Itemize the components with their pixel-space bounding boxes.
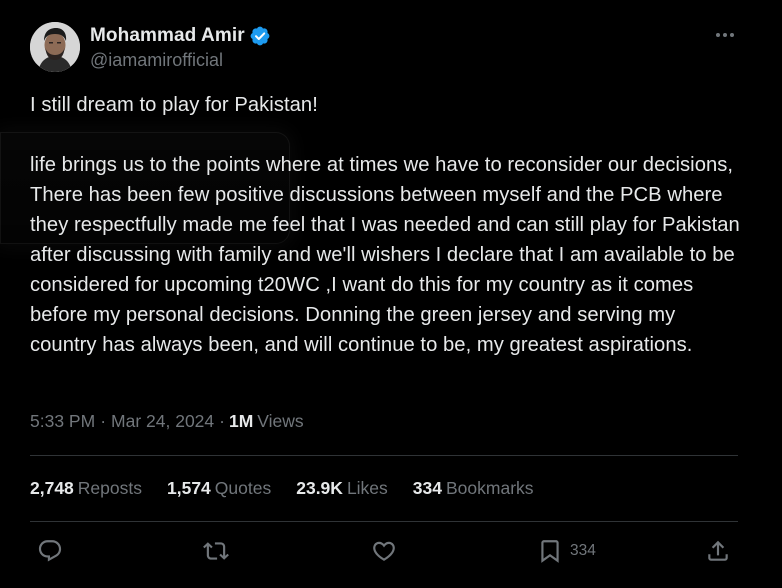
tweet-meta: 5:33 PM · Mar 24, 2024 · 1M Views: [30, 411, 304, 432]
reply-icon: [38, 540, 62, 562]
meta-separator-2: ·: [219, 411, 225, 431]
likes-count: 23.9K: [296, 478, 343, 498]
reposts-stat[interactable]: 2,748 Reposts: [30, 478, 142, 499]
views-label: Views: [257, 411, 304, 431]
quotes-count: 1,574: [167, 478, 211, 498]
reply-button[interactable]: [37, 538, 63, 564]
action-bar: 334: [30, 530, 738, 574]
bookmark-count: 334: [570, 542, 596, 559]
divider-bottom: [30, 521, 738, 522]
avatar-image: [30, 22, 80, 72]
quotes-label: Quotes: [214, 478, 272, 498]
quotes-stat[interactable]: 1,574 Quotes: [167, 478, 271, 499]
views-count: 1M: [228, 411, 254, 431]
bookmarks-stat[interactable]: 334 Bookmarks: [413, 478, 534, 499]
share-button[interactable]: [705, 538, 731, 564]
engagement-stats: 2,748 Reposts 1,574 Quotes 23.9K Likes 334 B…: [30, 478, 559, 499]
share-icon: [708, 540, 728, 561]
divider-top: [30, 455, 738, 456]
author-handle[interactable]: @iamamirofficial: [90, 50, 271, 71]
verified-badge-icon[interactable]: [249, 25, 271, 47]
more-options-icon[interactable]: [714, 24, 736, 46]
retweet-button[interactable]: [203, 538, 229, 564]
meta-separator-1: ·: [100, 411, 107, 431]
bookmark-button[interactable]: 334: [537, 538, 596, 564]
avatar[interactable]: [30, 22, 80, 72]
tweet-card: Mohammad Amir @iamamirofficial I still d…: [0, 0, 782, 588]
bookmark-icon: [541, 540, 559, 563]
tweet-time[interactable]: 5:33 PM: [30, 411, 95, 432]
likes-label: Likes: [346, 478, 388, 498]
tweet-paragraph-1: I still dream to play for Pakistan!: [30, 94, 318, 116]
tweet-paragraph-2: life brings us to the points where at ti…: [30, 154, 740, 356]
author-names: Mohammad Amir @iamamirofficial: [90, 24, 271, 71]
bookmarks-label: Bookmarks: [446, 478, 534, 498]
retweet-icon: [203, 542, 229, 560]
tweet-text: I still dream to play for Pakistan! life…: [30, 90, 742, 360]
bookmarks-count: 334: [412, 478, 442, 498]
tweet-date[interactable]: Mar 24, 2024: [111, 411, 214, 432]
heart-icon: [373, 541, 395, 561]
author-name-row: Mohammad Amir: [90, 24, 271, 48]
tweet-header: Mohammad Amir @iamamirofficial: [30, 22, 271, 72]
reposts-count: 2,748: [30, 478, 74, 498]
like-button[interactable]: [371, 538, 397, 564]
likes-stat[interactable]: 23.9K Likes: [296, 478, 388, 499]
reposts-label: Reposts: [77, 478, 142, 498]
author-display-name[interactable]: Mohammad Amir: [90, 25, 245, 47]
